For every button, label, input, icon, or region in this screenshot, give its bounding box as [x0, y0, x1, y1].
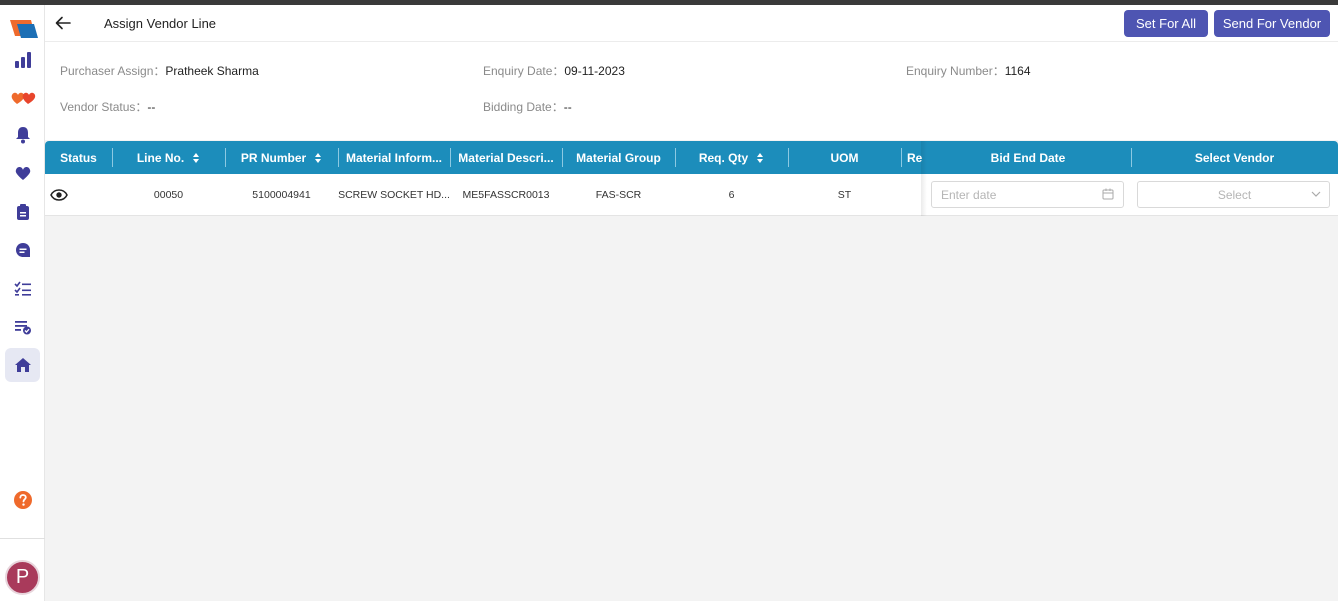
column-header-label: UOM — [830, 150, 859, 165]
table-header: Status Line No. PR Number Material Infor… — [45, 141, 1338, 174]
page-title: Assign Vendor Line — [104, 16, 217, 31]
bidding-date-field: Bidding Date：-- — [483, 98, 572, 115]
enquiry-date-field: Enquiry Date：09-11-2023 — [483, 62, 625, 79]
help-icon[interactable] — [5, 483, 40, 517]
vendor-status-label: Vendor Status： — [60, 100, 148, 114]
vendor-status-field: Vendor Status：-- — [60, 98, 155, 115]
fixed-column-shadow — [921, 141, 927, 216]
bid-end-date-input[interactable] — [941, 187, 1091, 203]
cell-material-information: SCREW SOCKET HD... — [338, 189, 450, 201]
vendor-select[interactable]: Select — [1137, 181, 1330, 208]
document-icon[interactable] — [5, 195, 40, 229]
column-header-label: Line No. — [136, 150, 185, 165]
hearts-icon[interactable] — [5, 81, 40, 115]
purchaser-assign-field: Purchaser Assign：Pratheek Sharma — [60, 62, 259, 79]
home-icon[interactable] — [5, 348, 40, 382]
set-for-all-button[interactable]: Set For All — [1124, 10, 1208, 37]
bidding-date-label: Bidding Date： — [483, 100, 564, 114]
column-header-bid-end-date: Bid End Date — [925, 141, 1131, 174]
bid-end-date-picker[interactable] — [931, 181, 1124, 208]
purchaser-assign-label: Purchaser Assign： — [60, 64, 166, 78]
cell-uom: ST — [837, 189, 852, 201]
chart-icon[interactable] — [5, 43, 40, 77]
eye-icon — [50, 189, 68, 201]
column-header-label: Material Group — [576, 150, 661, 165]
column-header-label: Bid End Date — [990, 150, 1066, 165]
avatar[interactable]: P — [5, 560, 40, 595]
sort-icon[interactable] — [756, 152, 764, 164]
column-header-material-description: Material Descri... — [450, 141, 562, 174]
sort-icon[interactable] — [192, 152, 200, 164]
cell-material-group: FAS-SCR — [595, 189, 642, 201]
table-row: 00050 5100004941 SCREW SOCKET HD... ME5F… — [45, 174, 1338, 216]
calendar-icon[interactable] — [1102, 188, 1114, 200]
heart-icon[interactable] — [5, 156, 40, 190]
column-header-label: Material Inform... — [345, 150, 443, 165]
column-header-label: Select Vendor — [1194, 150, 1275, 165]
sidebar: P — [0, 5, 45, 601]
checklist-icon[interactable] — [5, 272, 40, 306]
page-header: Assign Vendor Line Set For All Send For … — [45, 5, 1338, 42]
enquiry-date-label: Enquiry Date： — [483, 64, 565, 78]
back-button[interactable] — [53, 13, 73, 33]
chevron-down-icon[interactable] — [1311, 189, 1321, 199]
enquiry-number-field: Enquiry Number：1164 — [906, 62, 1031, 79]
column-header-label: PR Number — [240, 150, 307, 165]
column-header-uom: UOM — [788, 141, 901, 174]
bell-icon[interactable] — [5, 118, 40, 152]
vendor-status-value: -- — [147, 100, 156, 114]
enquiry-info-panel: Purchaser Assign：Pratheek Sharma Enquiry… — [45, 42, 1338, 140]
column-header-pr-number[interactable]: PR Number — [225, 141, 338, 174]
send-for-vendor-button[interactable]: Send For Vendor — [1214, 10, 1330, 37]
column-header-status: Status — [45, 141, 112, 174]
column-header-line-no[interactable]: Line No. — [112, 141, 225, 174]
column-header-select-vendor: Select Vendor — [1131, 141, 1338, 174]
column-header-material-information: Material Inform... — [338, 141, 450, 174]
sort-icon[interactable] — [314, 152, 322, 164]
enquiry-date-value: 09-11-2023 — [564, 64, 625, 78]
vendor-line-table: Status Line No. PR Number Material Infor… — [45, 141, 1338, 216]
column-header-material-group: Material Group — [562, 141, 675, 174]
enquiry-number-value: 1164 — [1004, 64, 1031, 78]
sidebar-divider — [0, 538, 45, 539]
view-details-button[interactable] — [45, 174, 73, 216]
enquiry-number-label: Enquiry Number： — [906, 64, 1005, 78]
cell-req-qty: 6 — [728, 189, 735, 201]
column-header-label: Status — [60, 150, 97, 165]
list-check-icon[interactable] — [5, 310, 40, 344]
column-header-label: Material Descri... — [458, 150, 554, 165]
cell-material-description: ME5FASSCR0013 — [462, 189, 550, 201]
arrow-left-icon — [55, 16, 71, 30]
vendor-select-placeholder: Select — [1217, 187, 1252, 202]
logo-icon[interactable] — [5, 11, 40, 45]
purchaser-assign-value: Pratheek Sharma — [165, 64, 259, 78]
chat-icon[interactable] — [5, 233, 40, 267]
column-header-label: Req. Qty — [698, 150, 749, 165]
bidding-date-value: -- — [563, 100, 572, 114]
cell-line-no: 00050 — [153, 189, 184, 201]
cell-pr-number: 5100004941 — [252, 189, 311, 201]
column-header-req-qty[interactable]: Req. Qty — [675, 141, 788, 174]
